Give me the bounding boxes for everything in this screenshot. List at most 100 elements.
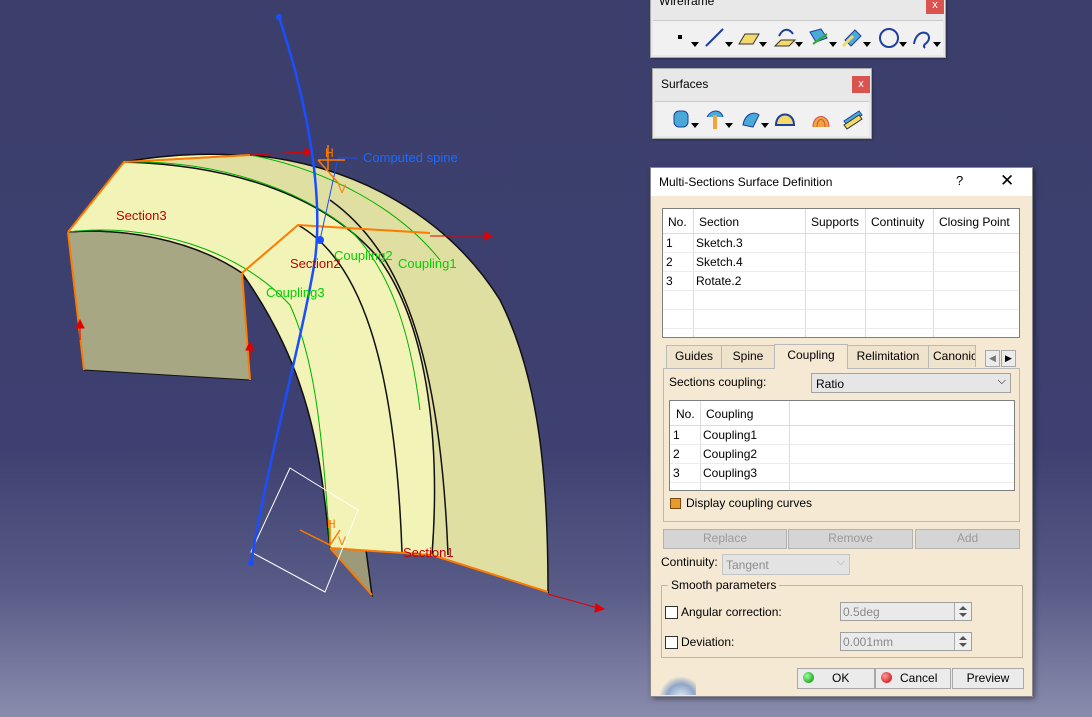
coupling-number: 2 — [673, 447, 680, 461]
coupling-name: Coupling1 — [703, 428, 758, 442]
row-section: Sketch.4 — [696, 255, 743, 269]
revolve-icon[interactable] — [703, 107, 733, 131]
list-item[interactable]: 2 Coupling2 — [670, 447, 1014, 465]
row-number: 2 — [666, 255, 673, 269]
axis-v-label: V — [338, 182, 346, 196]
cancel-button-label: Cancel — [900, 671, 938, 685]
coupling-col-header-name[interactable]: Coupling — [706, 407, 753, 421]
row-number: 3 — [666, 274, 673, 288]
plane-icon[interactable] — [737, 26, 767, 50]
angular-correction-checkbox[interactable] — [665, 606, 678, 619]
section3-label: Section3 — [116, 208, 167, 223]
tab-guides[interactable]: Guides — [666, 345, 722, 368]
remove-button[interactable]: Remove — [788, 529, 913, 549]
coupling-name: Coupling2 — [703, 447, 758, 461]
replace-button[interactable]: Replace — [663, 529, 787, 549]
dialog-titlebar: Multi-Sections Surface Definition ? ✕ — [651, 168, 1032, 196]
ok-button-label: OK — [832, 671, 850, 685]
list-item[interactable]: 3 Coupling3 — [670, 466, 1014, 484]
table-row[interactable]: 1 Sketch.3 — [663, 236, 1019, 254]
list-item[interactable]: 1 Coupling1 — [670, 428, 1014, 446]
col-header-supports[interactable]: Supports — [811, 215, 859, 229]
fill-icon[interactable] — [773, 107, 797, 131]
col-header-section[interactable]: Section — [699, 215, 739, 229]
close-button[interactable]: ✕ — [1000, 171, 1014, 191]
col-header-closing-point[interactable]: Closing Point — [939, 215, 1010, 229]
dialog-corner-decoration — [651, 673, 696, 695]
multi-sections-surface-icon[interactable] — [809, 107, 833, 131]
row-section: Rotate.2 — [696, 274, 742, 288]
sweep-icon[interactable] — [739, 107, 769, 131]
dialog-title: Multi-Sections Surface Definition — [659, 175, 833, 189]
angular-correction-label: Angular correction: — [681, 605, 782, 619]
tab-coupling[interactable]: Coupling — [774, 344, 848, 369]
deviation-field[interactable]: 0.001mm — [840, 632, 972, 651]
multi-sections-surface-dialog: Multi-Sections Surface Definition ? ✕ No… — [650, 167, 1033, 697]
col-header-no[interactable]: No. — [668, 215, 687, 229]
wireframe-toolbar-close-button[interactable]: x — [926, 0, 944, 14]
continuity-label: Continuity: — [661, 555, 718, 569]
surfaces-toolbar: Surfaces x — [652, 68, 872, 139]
axis-h-label: H — [325, 146, 334, 160]
chevron-down-icon: ⌵ — [836, 556, 845, 568]
spin-arrows-icon[interactable] — [954, 633, 971, 650]
section2-label: Section2 — [290, 256, 341, 271]
sections-table[interactable]: No. Section Supports Continuity Closing … — [662, 208, 1020, 338]
deviation-label: Deviation: — [681, 635, 735, 649]
surfaces-toolbar-close-button[interactable]: x — [852, 76, 870, 93]
sections-coupling-label: Sections coupling: — [669, 375, 767, 389]
preview-button[interactable]: Preview — [952, 668, 1024, 689]
computed-spine-label: Computed spine — [363, 150, 458, 165]
deviation-checkbox[interactable] — [665, 636, 678, 649]
coupling-number: 3 — [673, 466, 680, 480]
circle-icon[interactable] — [877, 26, 907, 50]
extrude-icon[interactable] — [669, 107, 699, 131]
surfaces-toolbar-title: Surfaces — [661, 77, 709, 91]
section1-label: Section1 — [403, 545, 454, 560]
coupling-number: 1 — [673, 428, 680, 442]
coupling-col-header-no[interactable]: No. — [676, 407, 695, 421]
spline-icon[interactable] — [911, 26, 941, 50]
intersection-icon[interactable] — [807, 26, 837, 50]
continuity-value: Tangent — [726, 558, 769, 572]
table-row[interactable]: 2 Sketch.4 — [663, 255, 1019, 273]
add-button[interactable]: Add — [915, 529, 1020, 549]
tab-spine[interactable]: Spine — [721, 345, 775, 368]
cancel-button[interactable]: Cancel — [875, 668, 951, 689]
line-icon[interactable] — [703, 26, 733, 50]
tab-canonic[interactable]: Canonic — [928, 345, 976, 367]
smooth-parameters-title: Smooth parameters — [668, 578, 780, 592]
spin-arrows-icon[interactable] — [954, 603, 971, 620]
cancel-red-icon — [881, 672, 892, 683]
continuity-dropdown[interactable]: Tangent ⌵ — [722, 554, 850, 575]
point-icon[interactable] — [669, 26, 699, 50]
smooth-parameters-group: Smooth parameters Angular correction: 0.… — [661, 578, 1023, 658]
display-coupling-label: Display coupling curves — [686, 496, 813, 510]
tab-relimitation[interactable]: Relimitation — [847, 345, 929, 368]
display-coupling-checkbox[interactable] — [670, 498, 681, 509]
coupling-name: Coupling3 — [703, 466, 758, 480]
table-row[interactable]: 3 Rotate.2 — [663, 274, 1019, 292]
wireframe-toolbar-title: Wireframe — [659, 0, 715, 8]
angular-correction-field[interactable]: 0.5deg — [840, 602, 972, 621]
sections-coupling-value: Ratio — [816, 377, 845, 391]
row-number: 1 — [666, 236, 673, 250]
ok-button[interactable]: OK — [797, 668, 875, 689]
coupling3-label: Coupling3 — [266, 285, 325, 300]
sections-coupling-dropdown[interactable]: Ratio ⌵ — [811, 373, 1011, 393]
ok-green-icon — [803, 672, 814, 683]
offset-curve-icon[interactable] — [841, 26, 871, 50]
wireframe-toolbar-body — [653, 20, 943, 55]
projection-icon[interactable] — [773, 26, 803, 50]
coupling1-label: Coupling1 — [398, 256, 457, 271]
surfaces-toolbar-body — [655, 101, 869, 136]
chevron-down-icon: ⌵ — [997, 375, 1006, 387]
axis-h-label: H — [327, 517, 336, 531]
tab-scroll-left-button[interactable]: ◀ — [985, 350, 1000, 367]
blend-icon[interactable] — [841, 107, 865, 131]
tab-scroll-right-button[interactable]: ▶ — [1001, 350, 1016, 367]
angular-correction-value: 0.5deg — [843, 605, 880, 619]
col-header-continuity[interactable]: Continuity — [871, 215, 924, 229]
help-button[interactable]: ? — [956, 173, 963, 188]
coupling-list[interactable]: No. Coupling 1 Coupling1 2 Coupling2 3 C… — [669, 400, 1015, 491]
